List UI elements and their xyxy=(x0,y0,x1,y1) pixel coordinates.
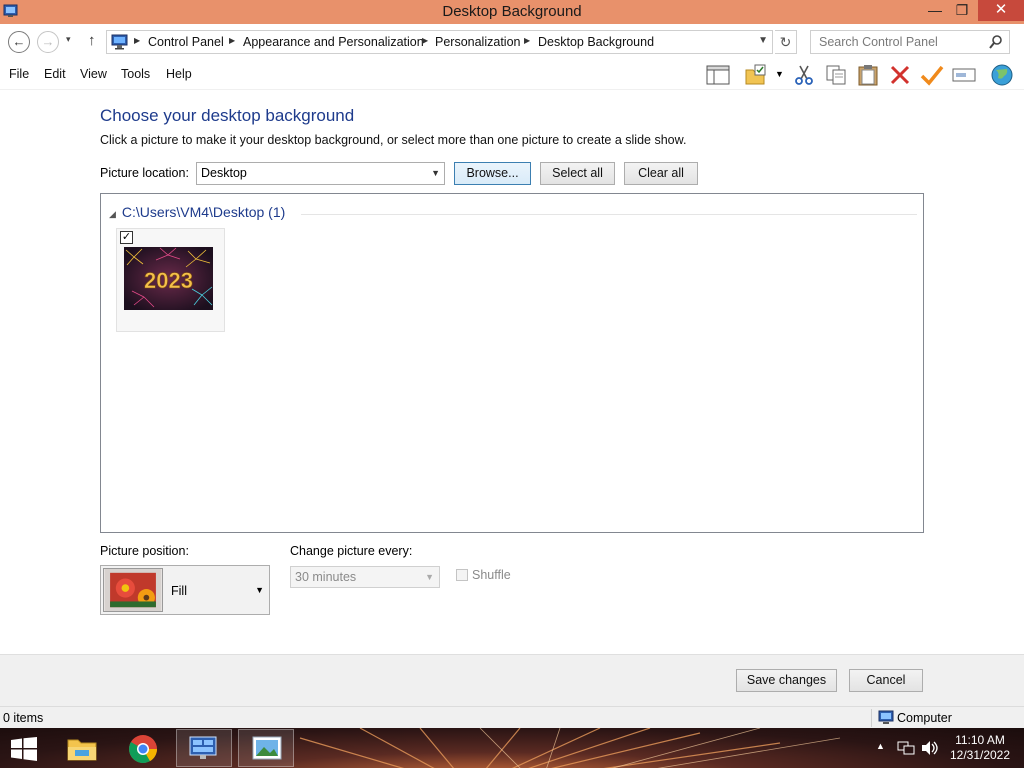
rename-icon[interactable] xyxy=(952,64,976,86)
refresh-button[interactable]: ↻ xyxy=(775,30,797,54)
breadcrumb-separator[interactable]: ▶ xyxy=(524,36,530,45)
clear-all-button[interactable]: Clear all xyxy=(624,162,698,185)
address-bar[interactable]: ▶ Control Panel ▶ Appearance and Persona… xyxy=(106,30,773,54)
computer-icon xyxy=(878,710,894,724)
search-box[interactable]: Search Control Panel xyxy=(810,30,1010,54)
group-divider xyxy=(301,214,917,215)
picture-location-label: Picture location: xyxy=(100,166,189,180)
menu-help[interactable]: Help xyxy=(166,67,192,81)
item-count: 0 items xyxy=(3,711,44,725)
delete-icon[interactable] xyxy=(888,64,912,86)
search-placeholder: Search Control Panel xyxy=(819,35,938,49)
up-button[interactable]: ↑ xyxy=(88,32,96,49)
shuffle-label: Shuffle xyxy=(472,568,511,582)
properties-dropdown-icon[interactable]: ▼ xyxy=(775,69,784,79)
browse-button[interactable]: Browse... xyxy=(454,162,531,185)
navigation-bar: ← → ▾ ↑ ▶ Control Panel ▶ Appearance and… xyxy=(0,24,1024,60)
picture-checkbox[interactable]: ✓ xyxy=(120,231,133,244)
folder-properties-icon[interactable] xyxy=(744,64,768,86)
picture-group-title: C:\Users\VM4\Desktop (1) xyxy=(121,204,286,220)
save-changes-button[interactable]: Save changes xyxy=(736,669,837,692)
picture-group-header[interactable]: ◢ C:\Users\VM4\Desktop (1) xyxy=(109,204,285,220)
status-divider xyxy=(871,709,872,727)
taskbar-photos[interactable] xyxy=(238,729,294,767)
maximize-button[interactable]: ❐ xyxy=(949,0,975,21)
recent-locations-dropdown[interactable]: ▾ xyxy=(66,34,71,45)
menu-edit[interactable]: Edit xyxy=(44,67,66,81)
menu-tools[interactable]: Tools xyxy=(121,67,150,81)
taskbar-clock[interactable]: 11:10 AM 12/31/2022 xyxy=(948,733,1012,763)
shuffle-checkbox[interactable] xyxy=(456,569,468,581)
picture-position-select[interactable]: Fill ▼ xyxy=(100,565,270,615)
breadcrumb-control-panel[interactable]: Control Panel xyxy=(148,35,224,49)
clock-date: 12/31/2022 xyxy=(949,748,1011,762)
title-bar: Desktop Background — ❐ ✕ xyxy=(0,0,1024,24)
picture-position-label: Picture position: xyxy=(100,544,189,558)
taskbar-chrome[interactable] xyxy=(115,729,171,767)
change-interval-value: 30 minutes xyxy=(295,570,357,584)
change-interval-select[interactable]: 30 minutes ▼ xyxy=(290,566,440,588)
chevron-down-icon: ▼ xyxy=(425,572,434,582)
position-preview-thumbnail xyxy=(103,568,163,612)
picture-tile[interactable]: ✓ 2023 xyxy=(116,228,225,332)
picture-location-value: Desktop xyxy=(201,166,247,180)
change-picture-label: Change picture every: xyxy=(290,544,413,558)
collapse-icon[interactable]: ◢ xyxy=(109,209,116,219)
breadcrumb-desktop-background[interactable]: Desktop Background xyxy=(538,35,654,49)
address-history-dropdown[interactable]: ▼ xyxy=(758,35,768,46)
clock-time: 11:10 AM xyxy=(955,733,1005,747)
cancel-button[interactable]: Cancel xyxy=(849,669,923,692)
picture-location-select[interactable]: Desktop ▼ xyxy=(196,162,445,185)
status-bar: 0 items Computer xyxy=(0,706,1024,728)
window-title: Desktop Background xyxy=(442,3,582,20)
location-zone: Computer xyxy=(897,711,952,725)
control-panel-icon xyxy=(189,736,217,759)
file-explorer-icon xyxy=(67,739,97,761)
thumbnail-year-text: 2023 xyxy=(144,268,193,293)
menu-bar: File Edit View Tools Help ▼ xyxy=(0,60,1024,90)
chevron-down-icon: ▼ xyxy=(431,168,440,178)
windows-start-icon[interactable] xyxy=(10,737,38,761)
close-button[interactable]: ✕ xyxy=(978,0,1024,21)
show-hidden-icons-button[interactable]: ▲ xyxy=(876,741,885,751)
chrome-icon xyxy=(129,735,157,763)
menu-file[interactable]: File xyxy=(9,67,29,81)
back-button[interactable]: ← xyxy=(8,31,30,53)
photo-viewer-icon xyxy=(252,736,282,760)
dialog-footer: Save changes Cancel xyxy=(0,654,1024,706)
breadcrumb-separator[interactable]: ▶ xyxy=(134,36,140,45)
network-icon[interactable] xyxy=(897,740,915,756)
check-icon[interactable] xyxy=(920,64,944,86)
globe-icon[interactable] xyxy=(990,64,1014,86)
volume-icon[interactable] xyxy=(921,740,939,756)
picture-list[interactable]: ◢ C:\Users\VM4\Desktop (1) ✓ 2023 xyxy=(100,193,924,533)
menu-view[interactable]: View xyxy=(80,67,107,81)
layout-pane-icon[interactable] xyxy=(706,64,730,86)
select-all-button[interactable]: Select all xyxy=(540,162,615,185)
breadcrumb-personalization[interactable]: Personalization xyxy=(435,35,520,49)
page-description: Click a picture to make it your desktop … xyxy=(100,133,687,147)
picture-position-value: Fill xyxy=(171,584,187,598)
control-panel-icon xyxy=(111,34,128,50)
breadcrumb-appearance[interactable]: Appearance and Personalization xyxy=(243,35,424,49)
breadcrumb-separator[interactable]: ▶ xyxy=(422,36,428,45)
breadcrumb-separator[interactable]: ▶ xyxy=(229,36,235,45)
paste-icon[interactable] xyxy=(856,64,880,86)
fireworks-2023-thumbnail[interactable]: 2023 xyxy=(124,247,213,310)
minimize-button[interactable]: — xyxy=(921,0,949,21)
page-title: Choose your desktop background xyxy=(100,106,355,125)
taskbar-file-explorer[interactable] xyxy=(54,729,110,767)
taskbar-control-panel[interactable] xyxy=(176,729,232,767)
taskbar: ▲ 11:10 AM 12/31/2022 xyxy=(0,728,1024,768)
cut-icon[interactable] xyxy=(792,64,816,86)
copy-icon[interactable] xyxy=(824,64,848,86)
chevron-down-icon: ▼ xyxy=(255,585,264,595)
search-icon[interactable] xyxy=(989,34,1003,50)
forward-button[interactable]: → xyxy=(37,31,59,53)
